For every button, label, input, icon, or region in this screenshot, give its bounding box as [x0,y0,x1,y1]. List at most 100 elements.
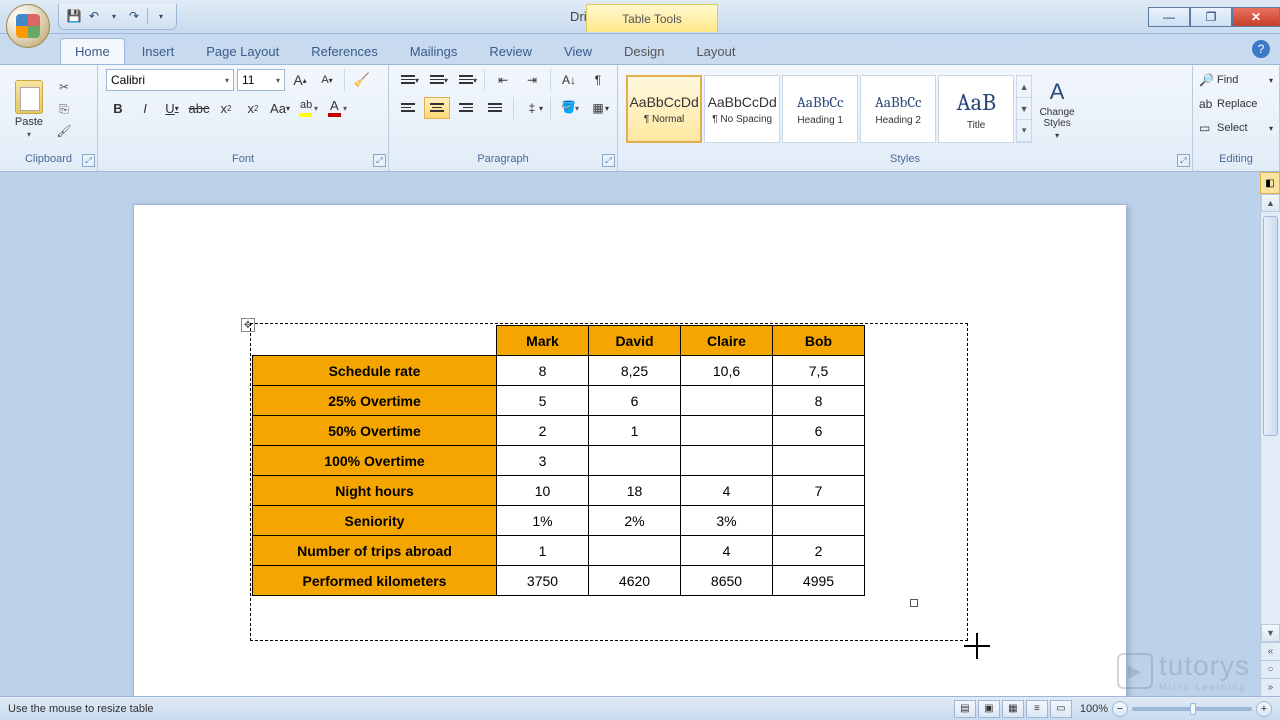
table-cell[interactable]: 2 [497,416,589,446]
align-right-button[interactable] [453,97,479,119]
web-layout-view[interactable]: ▦ [1002,700,1024,718]
table-row[interactable]: 25% Overtime568 [253,386,865,416]
table-row-header[interactable]: Performed kilometers [253,566,497,596]
grow-font-button[interactable]: A▴ [288,69,312,91]
underline-button[interactable]: U▾ [160,97,184,119]
table-cell[interactable] [589,446,681,476]
undo-dd-icon[interactable]: ▾ [105,7,123,25]
styles-row-up[interactable]: ▲ [1017,76,1031,98]
tab-home[interactable]: Home [60,38,125,64]
table-row-header[interactable]: Schedule rate [253,356,497,386]
table-col-header[interactable]: Bob [773,326,865,356]
font-name-combo[interactable]: Calibri▾ [106,69,234,91]
strikethrough-button[interactable]: abc [187,97,211,119]
tab-layout[interactable]: Layout [681,38,750,64]
table-cell[interactable]: 5 [497,386,589,416]
table-col-header[interactable]: David [589,326,681,356]
object-browser-icon[interactable]: ◧ [1260,172,1280,194]
change-styles-button[interactable]: AChange Styles▾ [1034,75,1080,143]
tab-insert[interactable]: Insert [127,38,190,64]
zoom-out-button[interactable]: − [1112,701,1128,717]
table-cell[interactable]: 4 [681,536,773,566]
table-cell[interactable] [589,536,681,566]
close-button[interactable]: ✕ [1232,7,1280,27]
minimize-button[interactable]: ― [1148,7,1190,27]
tab-review[interactable]: Review [474,38,547,64]
table-cell[interactable]: 8650 [681,566,773,596]
zoom-slider-thumb[interactable] [1190,703,1196,715]
table-cell[interactable] [681,446,773,476]
table-cell[interactable]: 18 [589,476,681,506]
table-row-header[interactable]: 50% Overtime [253,416,497,446]
table-cell[interactable]: 8 [773,386,865,416]
style-item[interactable]: AaBTitle [938,75,1014,143]
bold-button[interactable]: B [106,97,130,119]
clipboard-launcher[interactable]: ⤢ [82,154,95,167]
style-item[interactable]: AaBbCcHeading 1 [782,75,858,143]
table-cell[interactable]: 6 [589,386,681,416]
table-row-header[interactable]: Night hours [253,476,497,506]
table-cell[interactable]: 10,6 [681,356,773,386]
find-button[interactable]: 🔎Find ▾ [1197,69,1275,91]
italic-button[interactable]: I [133,97,157,119]
subscript-button[interactable]: x2 [214,97,238,119]
table-resize-handle[interactable] [910,599,918,607]
outline-view[interactable]: ≡ [1026,700,1048,718]
table-cell[interactable]: 3 [497,446,589,476]
font-size-combo[interactable]: 11▾ [237,69,285,91]
styles-more[interactable]: ▾ [1017,120,1031,142]
zoom-in-button[interactable]: + [1256,701,1272,717]
zoom-slider[interactable] [1132,707,1252,711]
table-cell[interactable]: 8,25 [589,356,681,386]
replace-button[interactable]: abReplace [1197,93,1275,115]
shading-button[interactable]: 🪣▾ [556,97,582,119]
format-painter-button[interactable]: 🖌 [54,122,74,140]
tab-page-layout[interactable]: Page Layout [191,38,294,64]
maximize-button[interactable]: ❐ [1190,7,1232,27]
document-area[interactable]: ✥ MarkDavidClaireBobSchedule rate88,2510… [0,172,1260,696]
table-row-header[interactable]: 100% Overtime [253,446,497,476]
table-row[interactable]: Schedule rate88,2510,67,5 [253,356,865,386]
table-cell[interactable]: 1 [589,416,681,446]
prev-page-button[interactable]: « [1261,642,1280,660]
borders-button[interactable]: ▦▾ [585,97,611,119]
paste-button[interactable]: Paste ▾ [8,73,50,145]
tab-references[interactable]: References [296,38,392,64]
office-button[interactable] [6,4,50,48]
table-row[interactable]: Seniority1%2%3% [253,506,865,536]
table-row-header[interactable]: Number of trips abroad [253,536,497,566]
vertical-scrollbar[interactable]: ▲ ▼ « ○ » [1260,172,1280,696]
table-row[interactable]: Performed kilometers3750462086504995 [253,566,865,596]
save-icon[interactable]: 💾 [65,7,83,25]
numbering-button[interactable]: ▾ [424,69,450,91]
draft-view[interactable]: ▭ [1050,700,1072,718]
shrink-font-button[interactable]: A▾ [315,69,339,91]
table-cell[interactable]: 7 [773,476,865,506]
undo-icon[interactable]: ↶ [85,7,103,25]
print-layout-view[interactable]: ▤ [954,700,976,718]
table-row[interactable]: 100% Overtime3 [253,446,865,476]
table-cell[interactable]: 1% [497,506,589,536]
style-item[interactable]: AaBbCcDd¶ Normal [626,75,702,143]
justify-button[interactable] [482,97,508,119]
scroll-track[interactable] [1261,212,1280,624]
style-item[interactable]: AaBbCcHeading 2 [860,75,936,143]
clear-formatting-button[interactable]: 🧹 [350,69,374,91]
multilevel-list-button[interactable]: ▾ [453,69,479,91]
sort-button[interactable]: A↓ [556,69,582,91]
full-screen-view[interactable]: ▣ [978,700,1000,718]
align-left-button[interactable] [395,97,421,119]
style-item[interactable]: AaBbCcDd¶ No Spacing [704,75,780,143]
paste-dd-icon[interactable]: ▾ [27,130,31,139]
decrease-indent-button[interactable]: ⇤ [490,69,516,91]
font-color-button[interactable]: A▾ [324,97,350,119]
table-cell[interactable]: 2 [773,536,865,566]
tab-mailings[interactable]: Mailings [395,38,473,64]
scroll-up-button[interactable]: ▲ [1261,194,1280,212]
styles-scroll[interactable]: ▲▼▾ [1016,75,1032,143]
table-row[interactable]: 50% Overtime216 [253,416,865,446]
select-button[interactable]: ▭Select ▾ [1197,117,1275,139]
table-cell[interactable]: 8 [497,356,589,386]
table-cell[interactable]: 1 [497,536,589,566]
redo-icon[interactable]: ↷ [125,7,143,25]
